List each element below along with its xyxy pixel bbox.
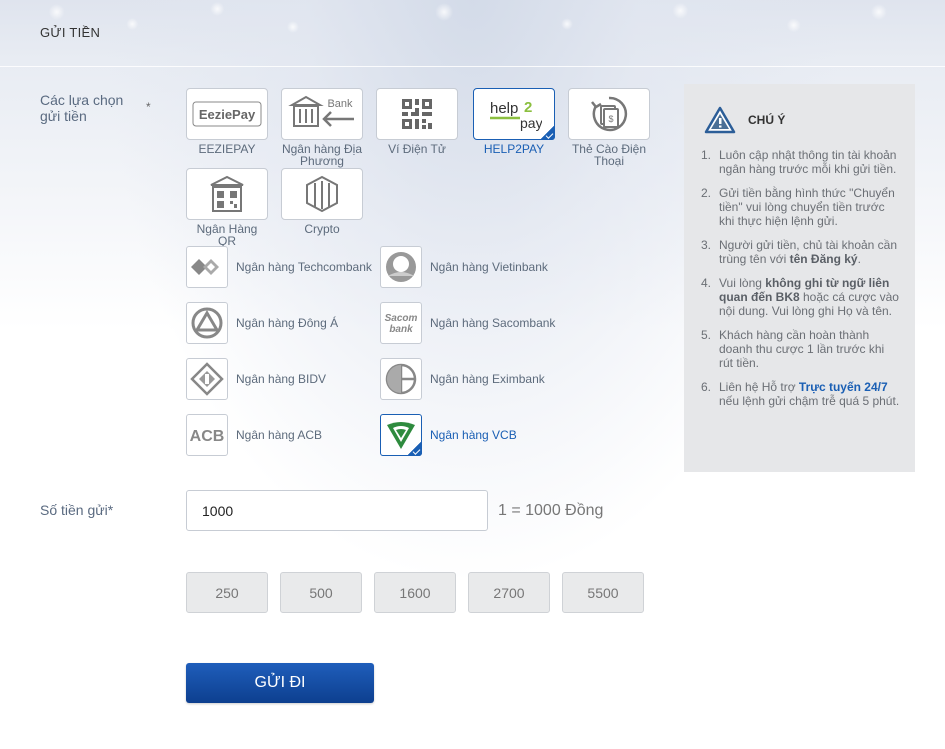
quick-amount-button[interactable]: 500 (280, 572, 362, 613)
svg-text:Sacom: Sacom (385, 313, 418, 324)
svg-text:2: 2 (524, 99, 532, 116)
bank-qr-icon (186, 168, 268, 220)
notice-item: 5. Khách hàng cần hoàn thành doanh thu cư… (701, 328, 885, 370)
svg-text:help: help (490, 100, 518, 117)
bank-name: Ngân hàng Đông Á (236, 316, 339, 330)
exchange-rate: 1 = 1000 Đồng (498, 502, 604, 519)
acb-logo: ACB (186, 414, 228, 456)
method-label: HELP2PAY (483, 142, 545, 156)
bank-name: Ngân hàng ACB (236, 428, 323, 442)
techcombank-logo (186, 246, 228, 288)
sacombank-logo: Sacom bank (380, 302, 422, 344)
selected-check-icon (406, 442, 422, 456)
help2pay-logo: help 2 pay (473, 88, 555, 140)
phone-card-icon: $ (568, 88, 650, 140)
required-mark: * (146, 100, 151, 114)
eeziepay-logo-text: EeziePay (199, 107, 256, 122)
deposit-options-label: Các lựa chọn gửi tiền (40, 92, 124, 124)
amount-input[interactable] (186, 490, 488, 531)
method-e-wallet[interactable]: Ví Điện Tử (376, 88, 458, 155)
warning-icon (704, 106, 736, 134)
quick-amount-button[interactable]: 5500 (562, 572, 644, 613)
notice-item: 3. Người gửi tiền, chủ tài khoản cần trùn… (701, 238, 898, 266)
notice-list: 1. Luôn cập nhật thông tin tài khoản ngân… (701, 148, 901, 418)
notice-item: 2. Gửi tiền bằng hình thức "Chuyển tiền" … (701, 186, 895, 228)
vietinbank-logo (380, 246, 422, 288)
method-label: Ví Điện Tử (388, 142, 446, 156)
method-help2pay[interactable]: help 2 pay HELP2PAY (473, 88, 555, 155)
stadium-lights (0, 0, 945, 60)
bank-techcombank[interactable]: Ngân hàng Techcombank (186, 246, 372, 288)
notice-item: 4. Vui lòng không ghi từ ngữ liên quan đế… (701, 276, 899, 318)
notice-item: 6. Liên hệ Hỗ trợ Trực tuyến 24/7 nếu lện… (701, 380, 900, 408)
bank-name: Ngân hàng Eximbank (430, 372, 545, 386)
method-label: EEZIEPAY (198, 142, 256, 156)
page-title: GỬI TIỀN (40, 25, 101, 40)
bank-dong-a[interactable]: Ngân hàng Đông Á (186, 302, 338, 344)
acb-logo-text: ACB (190, 428, 225, 445)
bank-acb[interactable]: ACB Ngân hàng ACB (186, 414, 322, 456)
dong-a-logo (186, 302, 228, 344)
bank-bidv[interactable]: Ngân hàng BIDV (186, 358, 326, 400)
quick-amount-button[interactable]: 2700 (468, 572, 550, 613)
vcb-logo (380, 414, 422, 456)
method-phone-card[interactable]: $ Thẻ Cào Điện Thoại (568, 88, 650, 167)
eximbank-logo (380, 358, 422, 400)
bank-eximbank[interactable]: Ngân hàng Eximbank (380, 358, 545, 400)
amount-label: Số tiền gửi* (40, 502, 114, 518)
bidv-logo (186, 358, 228, 400)
bank-vcb[interactable]: Ngân hàng VCB (380, 414, 517, 456)
bank-name: Ngân hàng BIDV (236, 372, 327, 386)
submit-button[interactable]: GỬI ĐI (186, 663, 374, 703)
qr-scan-icon (376, 88, 458, 140)
bank-sacombank[interactable]: Sacom bank Ngân hàng Sacombank (380, 302, 555, 344)
bank-name: Ngân hàng Techcombank (236, 260, 372, 274)
notice-item: 1. Luôn cập nhật thông tin tài khoản ngân… (701, 148, 897, 176)
method-bank-qr[interactable]: Ngân Hàng QR (186, 168, 268, 247)
bank-name: Ngân hàng Sacombank (430, 316, 556, 330)
method-crypto[interactable]: Crypto (281, 168, 363, 235)
method-label: Thẻ Cào Điện Thoại (571, 142, 647, 168)
method-eeziepay[interactable]: EeziePay EEZIEPAY (186, 88, 268, 155)
quick-amount-button[interactable]: 250 (186, 572, 268, 613)
bank-name: Ngân hàng Vietinbank (430, 260, 548, 274)
method-label: Ngân Hàng QR (196, 222, 258, 248)
quick-amount-button[interactable]: 1600 (374, 572, 456, 613)
divider (0, 66, 945, 67)
bank-vietinbank[interactable]: Ngân hàng Vietinbank (380, 246, 548, 288)
live-support-link[interactable]: Trực tuyến 24/7 (799, 380, 888, 394)
method-local-bank[interactable]: Bank Ngân hàng Địa Phương (281, 88, 363, 167)
method-label: Crypto (304, 222, 340, 236)
bank-name: Ngân hàng VCB (430, 428, 517, 442)
svg-text:$: $ (608, 114, 613, 124)
bank-icon-text: Bank (327, 98, 353, 110)
notice-panel: CHÚ Ý 1. Luôn cập nhật thông tin tài khoả… (684, 84, 915, 472)
selected-check-icon (539, 126, 555, 140)
crypto-icon (281, 168, 363, 220)
notice-header: CHÚ Ý (704, 106, 785, 134)
method-label: Ngân hàng Địa Phương (281, 142, 363, 168)
eeziepay-logo: EeziePay (186, 88, 268, 140)
notice-title: CHÚ Ý (748, 113, 786, 127)
bank-transfer-icon: Bank (281, 88, 363, 140)
svg-text:bank: bank (389, 324, 413, 335)
